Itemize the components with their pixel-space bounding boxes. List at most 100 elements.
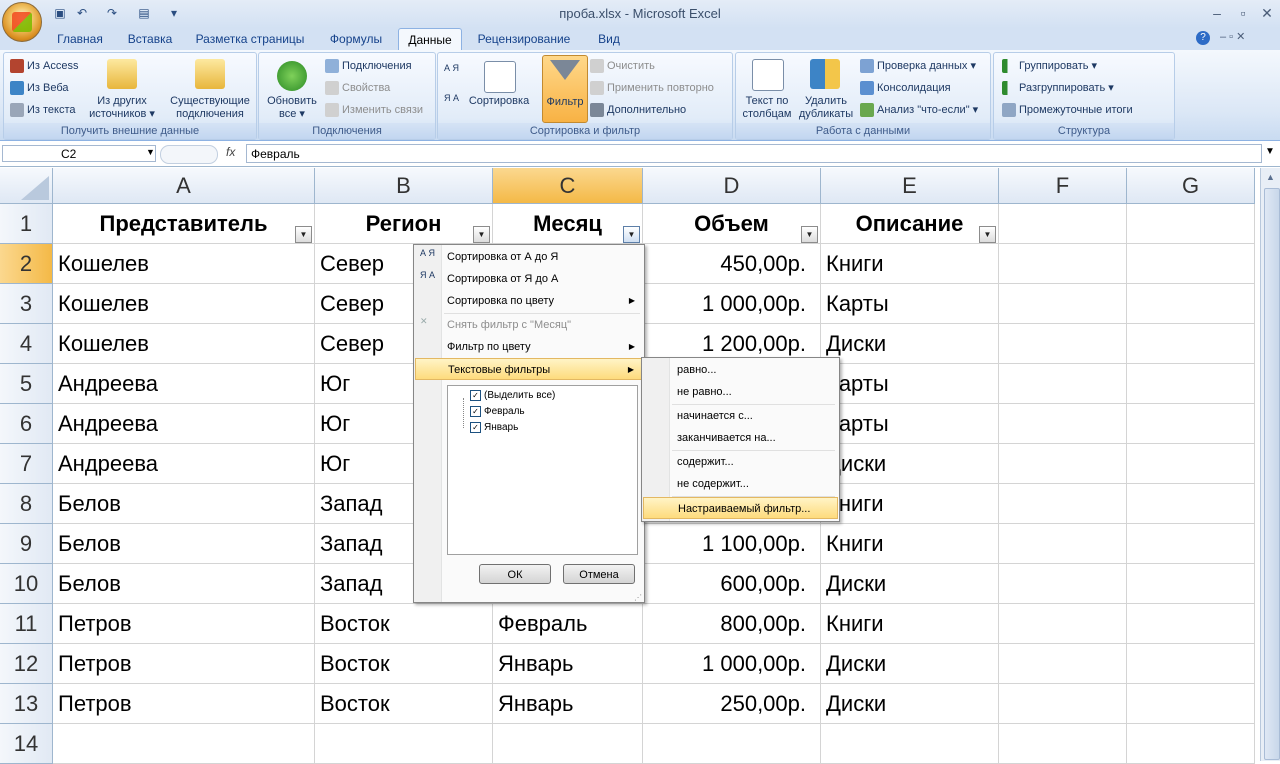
table-cell[interactable]: Книги (821, 524, 999, 564)
empty-cell[interactable] (999, 604, 1127, 644)
table-cell[interactable]: Андреева (53, 444, 315, 484)
office-button[interactable] (2, 2, 42, 42)
table-cell[interactable]: Петров (53, 684, 315, 724)
column-header-g[interactable]: G (1127, 168, 1255, 204)
resize-grip-icon[interactable]: ⋰ (634, 593, 642, 602)
table-cell[interactable]: Андреева (53, 364, 315, 404)
table-cell[interactable]: Восток (315, 604, 493, 644)
redo-icon[interactable]: ↷ (104, 5, 120, 21)
data-validation-button[interactable]: Проверка данных ▾ (860, 59, 976, 74)
custom-filter-item[interactable]: Настраиваемый фильтр... (643, 497, 838, 519)
sort-az-item[interactable]: А Я Сортировка от А до Я (415, 246, 643, 268)
row-header-13[interactable]: 13 (0, 684, 53, 724)
empty-cell[interactable] (1127, 324, 1255, 364)
row-header-2[interactable]: 2 (0, 244, 53, 284)
tab-data[interactable]: Данные (398, 28, 462, 51)
save-icon[interactable]: ▣ (52, 5, 68, 21)
autofilter-dropdown-icon[interactable]: ▼ (623, 226, 640, 243)
table-cell[interactable]: Белов (53, 524, 315, 564)
row-header-11[interactable]: 11 (0, 604, 53, 644)
quick-print-icon[interactable]: ▤ (136, 5, 152, 21)
edit-links-button[interactable]: Изменить связи (325, 103, 423, 117)
sort-za-item[interactable]: Я А Сортировка от Я до А (415, 268, 643, 290)
not-contains-item[interactable]: не содержит... (643, 473, 838, 495)
sort-by-color-item[interactable]: Сортировка по цвету ▶ (415, 290, 643, 312)
empty-cell[interactable] (999, 324, 1127, 364)
table-cell[interactable]: 600,00р. (643, 564, 821, 604)
column-header-a[interactable]: A (53, 168, 315, 204)
row-header-4[interactable]: 4 (0, 324, 53, 364)
existing-connections-button[interactable]: Существующие подключения (166, 95, 254, 121)
ends-with-item[interactable]: заканчивается на... (643, 427, 838, 449)
empty-cell[interactable] (1127, 204, 1255, 244)
tab-page-layout[interactable]: Разметка страницы (188, 28, 312, 50)
from-other-sources-button[interactable]: Из других источников ▾ (86, 95, 158, 121)
text-to-columns-button[interactable]: Текст по столбцам (736, 95, 798, 121)
column-header-b[interactable]: B (315, 168, 493, 204)
table-cell[interactable]: Диски (821, 324, 999, 364)
customize-qat-icon[interactable]: ▾ (166, 5, 182, 21)
column-header-c[interactable]: C (493, 168, 643, 204)
what-if-button[interactable]: Анализ "что-если" ▾ (860, 103, 978, 118)
table-header-cell[interactable]: Описание (821, 204, 999, 244)
table-cell[interactable]: Андреева (53, 404, 315, 444)
empty-cell[interactable] (821, 724, 999, 764)
table-cell[interactable]: Восток (315, 644, 493, 684)
row-header-8[interactable]: 8 (0, 484, 53, 524)
tab-formulas[interactable]: Формулы (318, 28, 394, 50)
table-cell[interactable]: 450,00р. (643, 244, 821, 284)
subtotal-button[interactable]: Промежуточные итоги (1002, 103, 1133, 117)
table-cell[interactable]: 800,00р. (643, 604, 821, 644)
table-cell[interactable]: Восток (315, 684, 493, 724)
insert-function-icon[interactable]: fx (226, 145, 242, 159)
advanced-filter-button[interactable]: Дополнительно (590, 103, 686, 117)
table-cell[interactable]: Диски (821, 564, 999, 604)
table-cell[interactable]: Кошелев (53, 324, 315, 364)
table-cell[interactable]: Книги (821, 484, 999, 524)
filter-by-color-item[interactable]: Фильтр по цвету ▶ (415, 336, 643, 358)
ok-button[interactable]: ОК (479, 564, 551, 584)
value-checkbox[interactable]: ✓ Февраль (470, 405, 525, 418)
from-web-button[interactable]: Из Веба (10, 81, 69, 95)
clear-filter-item[interactable]: ✕ Снять фильтр с "Месяц" (415, 314, 643, 336)
table-cell[interactable]: 1 000,00р. (643, 644, 821, 684)
filter-button[interactable]: Фильтр (542, 55, 588, 123)
table-header-cell[interactable]: Регион (315, 204, 493, 244)
empty-cell[interactable] (1127, 484, 1255, 524)
empty-cell[interactable] (1127, 404, 1255, 444)
table-cell[interactable]: Петров (53, 644, 315, 684)
table-cell[interactable]: Кошелев (53, 284, 315, 324)
select-all-corner[interactable] (0, 168, 53, 204)
empty-cell[interactable] (53, 724, 315, 764)
sort-za-icon[interactable]: Я А (444, 93, 460, 103)
name-box[interactable]: C2 (2, 145, 156, 162)
table-cell[interactable]: Книги (821, 604, 999, 644)
column-header-e[interactable]: E (821, 168, 999, 204)
empty-cell[interactable] (999, 364, 1127, 404)
empty-cell[interactable] (1127, 644, 1255, 684)
empty-cell[interactable] (999, 444, 1127, 484)
table-cell[interactable]: Белов (53, 564, 315, 604)
tab-view[interactable]: Вид (586, 28, 632, 50)
empty-cell[interactable] (999, 284, 1127, 324)
scroll-up-icon[interactable]: ▲ (1266, 172, 1275, 182)
minimize-button[interactable]: ‒ (1206, 4, 1228, 22)
name-box-dropdown-icon[interactable]: ▼ (146, 147, 155, 157)
group-button[interactable]: Группировать ▾ (1002, 59, 1097, 74)
table-cell[interactable]: Диски (821, 444, 999, 484)
table-cell[interactable]: Петров (53, 604, 315, 644)
tab-review[interactable]: Рецензирование (468, 28, 580, 50)
contains-item[interactable]: содержит... (643, 451, 838, 473)
tab-home[interactable]: Главная (46, 28, 114, 50)
empty-cell[interactable] (315, 724, 493, 764)
row-header-5[interactable]: 5 (0, 364, 53, 404)
table-cell[interactable]: Февраль (493, 604, 643, 644)
empty-cell[interactable] (999, 404, 1127, 444)
cancel-button[interactable]: Отмена (563, 564, 635, 584)
table-cell[interactable]: 1 000,00р. (643, 284, 821, 324)
row-header-9[interactable]: 9 (0, 524, 53, 564)
table-header-cell[interactable]: Объем (643, 204, 821, 244)
from-access-button[interactable]: Из Access (10, 59, 78, 73)
empty-cell[interactable] (999, 484, 1127, 524)
scroll-thumb[interactable] (1264, 188, 1280, 760)
